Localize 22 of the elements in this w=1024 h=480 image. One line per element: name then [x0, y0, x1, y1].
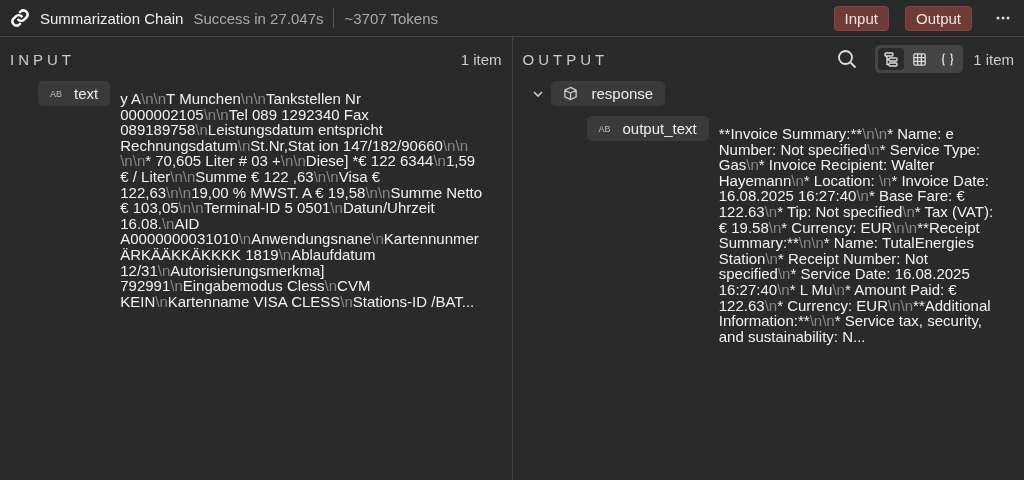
panel-title: OUTPUT: [522, 50, 609, 68]
panel-title: INPUT: [10, 50, 75, 68]
panel-toggle-button[interactable]: Output: [904, 5, 972, 31]
field-value: y A\n\nT Munchen\n\nTankstellen Nr 0000002105\n\nTel 089 1292340 Fax 089189758\nLeistungsdatum entspricht Rechnungsdatum\nSt.Nr,Stat ion 147/182/90660\n\n \n\n* 70,605 Liter # 03 +\n\nDiese] *€ 122 6344\n1,59 € / Liter\n\nSumme € 122 ,63\n\nVisa € 122,63\n\n19,00 % MWST. A € 19,58\n\nSumme Netto € 103,05\n\nTerminal-ID 5 0501\nDatun/Uhrzeit 16.08.\nAID A0000000031010\nAnwendungsnane\nKartennunmer ÄRKÄÄKKÄKKKK 1819\nAblaufdatum 12/31\nAutorisierungsmerkma] 792991\nEingabemodus Cless\nCVM KEIN\nKartenname VISA CLESS\nStations-ID /BAT...: [120, 91, 483, 310]
item-count: 1 item: [973, 50, 1014, 68]
braces-icon: [939, 51, 955, 67]
field-key-tag: response: [550, 81, 666, 106]
field-key-tag: AB text: [38, 81, 111, 106]
item-count: 1 item: [460, 50, 502, 68]
search-icon[interactable]: [837, 49, 858, 69]
link-icon: [10, 8, 30, 28]
panel-toggle-button[interactable]: Input: [833, 5, 889, 31]
token-count: ~3707 Tokens: [344, 9, 439, 27]
more-icon[interactable]: [996, 16, 1010, 20]
field-value: **Invoice Summary:**\n\n* Name: e Number: Not specified\n* Service Type: Gas\n* Invoice Recipient: Walter Hayemann\n* Location: \n* Invoice Date: 16.08.2025 16:27:40\n* Base Fare: € 122.63\n* Tip: Not specified\n* Tax (VAT): € 19.58\n* Currency: EUR\n\n**Receipt Summary:**\n\n* Name: TutalEnergies Station\n* Receipt Number: Not specified\n* Service Date: 16.08.2025 16:27:40\n* L Mu\n* Amount Paid: € 122.63\n* Currency: EUR\n\n**Additional Information:**\n\n* Service tax, security, and sustainability: N...: [718, 126, 995, 345]
node-title: Summarization Chain: [40, 9, 184, 27]
cube-icon: [562, 86, 578, 101]
field-key-tag: AB output_text: [586, 116, 709, 141]
schema-icon: [883, 51, 900, 67]
view-tab[interactable]: [878, 48, 905, 70]
table-icon: [911, 51, 927, 67]
run-status: Success in 27.047s: [193, 9, 324, 27]
